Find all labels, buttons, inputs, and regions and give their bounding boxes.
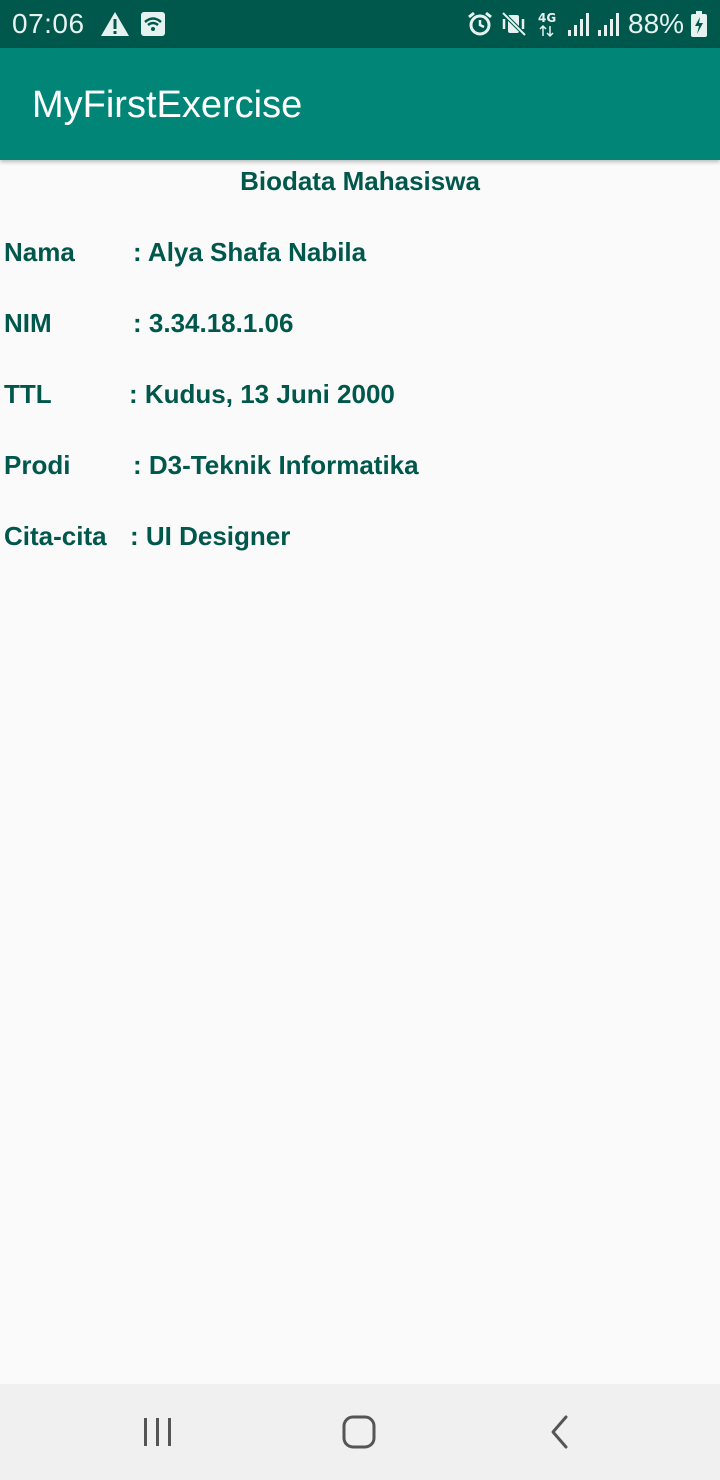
navigation-bar	[0, 1384, 720, 1480]
biodata-value: : Alya Shafa Nabila	[133, 237, 367, 267]
app-title: MyFirstExercise	[32, 84, 303, 126]
biodata-label: Prodi	[4, 450, 71, 480]
biodata-value: : 3.34.18.1.06	[133, 308, 294, 338]
alarm-icon	[468, 11, 492, 36]
biodata-value: : UI Designer	[130, 521, 291, 551]
signal-icon	[598, 13, 619, 36]
biodata-row-nim: NIM : 3.34.18.1.06	[4, 306, 293, 340]
vibrate-icon	[501, 11, 527, 37]
status-time: 07:06	[12, 8, 85, 39]
page-heading: Biodata Mahasiswa	[240, 166, 480, 196]
biodata-label: TTL	[4, 379, 52, 409]
biodata-row-ttl: TTL : Kudus, 13 Juni 2000	[4, 377, 395, 411]
biodata-value: : Kudus, 13 Juni 2000	[129, 379, 395, 409]
battery-charging-icon	[691, 11, 707, 37]
svg-text:4G: 4G	[538, 11, 556, 25]
home-icon[interactable]	[335, 1412, 383, 1452]
app-bar: MyFirstExercise	[0, 48, 720, 160]
status-bar: 07:06 4G 88%	[0, 0, 720, 48]
biodata-row-prodi: Prodi : D3-Teknik Informatika	[4, 448, 419, 482]
signal-icon	[568, 13, 589, 36]
biodata-label: Nama	[4, 237, 75, 267]
biodata-row-nama: Nama : Alya Shafa Nabila	[4, 235, 366, 269]
back-icon[interactable]	[536, 1412, 584, 1452]
recent-apps-icon[interactable]	[134, 1412, 182, 1452]
battery-percentage: 88%	[628, 8, 685, 39]
biodata-label: NIM	[4, 308, 52, 338]
network-4g-icon: 4G	[538, 11, 556, 38]
biodata-label: Cita-cita	[4, 521, 107, 551]
wifi-icon	[141, 12, 165, 36]
biodata-value: : D3-Teknik Informatika	[133, 450, 419, 480]
warning-icon	[101, 12, 129, 36]
biodata-row-cita-cita: Cita-cita : UI Designer	[4, 519, 290, 553]
